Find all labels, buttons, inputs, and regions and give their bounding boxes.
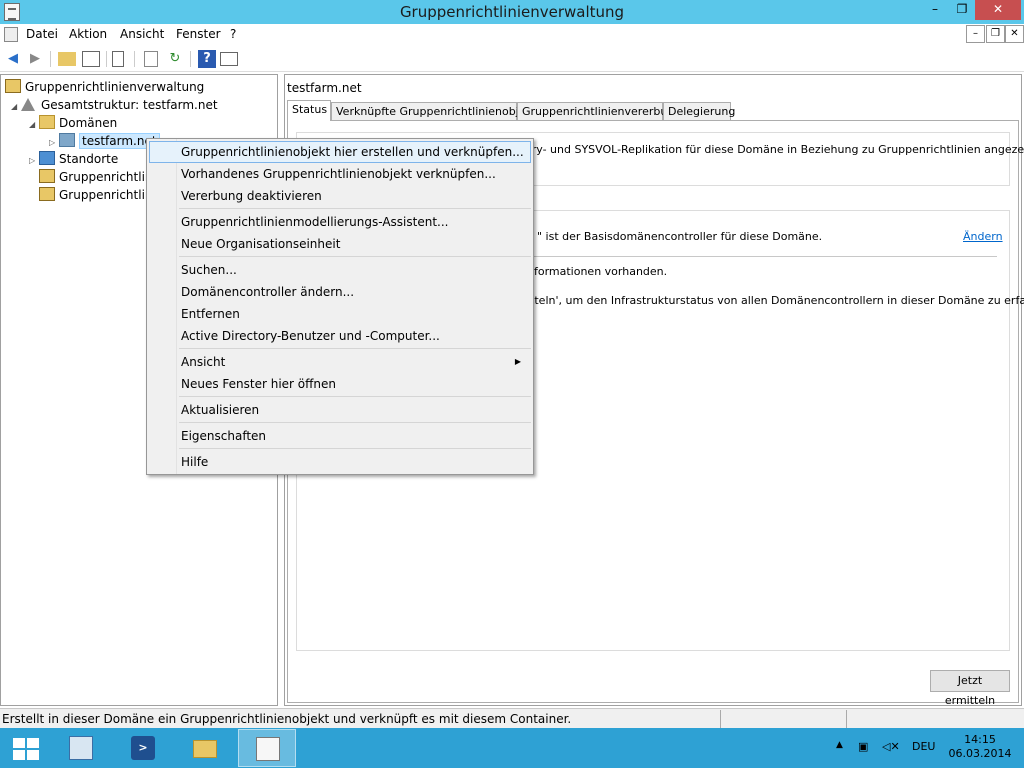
menu-item-search[interactable]: Suchen... (149, 259, 531, 281)
back-arrow-icon[interactable]: ◀ (4, 50, 22, 68)
baseline-dc-text: " ist der Basisdomänencontroller für die… (537, 230, 823, 243)
show-hidden-icons-icon[interactable]: ▲ (836, 740, 843, 750)
tree-item-sites[interactable]: ▷ Standorte (29, 150, 118, 168)
speaker-muted-icon[interactable]: ◁✕ (882, 740, 900, 753)
group-policy-management-icon (256, 737, 280, 761)
tab-delegation[interactable]: Delegierung (663, 102, 735, 120)
tree-item-root[interactable]: Gruppenrichtlinienverwaltung (5, 78, 204, 96)
menu-item-aduc[interactable]: Active Directory-Benutzer und -Computer.… (149, 325, 531, 347)
up-folder-icon[interactable] (58, 52, 76, 66)
expand-icon[interactable]: ▷ (29, 152, 39, 170)
menu-item-refresh[interactable]: Aktualisieren (149, 399, 531, 421)
no-info-text: nformationen vorhanden. (527, 265, 668, 278)
gp-modeling-icon (39, 169, 55, 183)
taskbar: > ▲ ▣ ◁✕ DEU 14:15 06.03.2014 (0, 728, 1024, 768)
clock-date: 06.03.2014 (948, 747, 1012, 760)
mdi-close-button[interactable]: ✕ (1005, 25, 1024, 43)
tree-item-gp-modeling[interactable]: Gruppenrichtlin (39, 168, 153, 186)
menu-item-block-inheritance[interactable]: Vererbung deaktivieren (149, 185, 531, 207)
taskbar-server-manager[interactable] (52, 729, 110, 767)
taskbar-gpmc[interactable] (238, 729, 296, 767)
export-list-icon[interactable] (144, 51, 158, 67)
menu-ansicht[interactable]: Ansicht (120, 27, 164, 41)
menu-item-create-link-gpo[interactable]: Gruppenrichtlinienobjekt hier erstellen … (149, 141, 531, 163)
properties-icon[interactable] (112, 51, 124, 67)
sites-icon (39, 151, 55, 165)
clock[interactable]: 14:15 06.03.2014 (940, 733, 1020, 761)
status-text: Erstellt in dieser Domäne ein Gruppenric… (2, 712, 572, 726)
forest-icon (21, 98, 35, 111)
status-bar: Erstellt in dieser Domäne ein Gruppenric… (0, 708, 1024, 728)
forward-arrow-icon[interactable]: ▶ (26, 50, 44, 68)
menu-item-view[interactable]: Ansicht ▶ (149, 351, 531, 373)
show-action-pane-icon[interactable] (220, 52, 238, 66)
start-button[interactable] (0, 729, 58, 767)
tab-gp-inheritance[interactable]: Gruppenrichtlinienvererbung (517, 102, 681, 120)
file-explorer-icon (193, 740, 217, 758)
collapse-icon[interactable]: ◢ (11, 98, 21, 116)
taskbar-powershell[interactable]: > (114, 729, 172, 767)
tab-linked-gpos[interactable]: Verknüpfte Gruppenrichtlinienobjekte (331, 102, 543, 120)
menu-datei[interactable]: Datei (26, 27, 58, 41)
menu-item-new-window[interactable]: Neues Fenster hier öffnen (149, 373, 531, 395)
menu-fenster[interactable]: Fenster (176, 27, 221, 41)
minimize-button[interactable]: – (922, 0, 948, 20)
detect-instructions-text: itteln', um den Infrastrukturstatus von … (527, 294, 1024, 307)
tab-status[interactable]: Status (287, 100, 331, 121)
maximize-button[interactable]: ❐ (949, 0, 975, 20)
detect-now-button[interactable]: Jetzt ermitteln (930, 670, 1010, 707)
tree-item-domain-testfarm[interactable]: ▷ testfarm.net (49, 132, 160, 150)
menu-item-view-label: Ansicht (181, 355, 226, 369)
close-button[interactable]: ✕ (975, 0, 1021, 20)
domains-folder-icon (39, 115, 55, 129)
menu-item-change-dc[interactable]: Domänencontroller ändern... (149, 281, 531, 303)
refresh-icon[interactable]: ↻ (166, 50, 184, 68)
gpmc-icon (5, 79, 21, 93)
menu-aktion[interactable]: Aktion (69, 27, 107, 41)
title-bar: Gruppenrichtlinienverwaltung – ❐ ✕ (0, 0, 1024, 24)
powershell-icon: > (131, 736, 155, 760)
windows-logo-icon (13, 738, 39, 760)
language-indicator[interactable]: DEU (912, 740, 935, 753)
submenu-arrow-icon: ▶ (514, 357, 521, 366)
menu-item-properties[interactable]: Eigenschaften (149, 425, 531, 447)
taskbar-file-explorer[interactable] (176, 729, 234, 767)
tree-item-gp-results[interactable]: Gruppenrichtlin (39, 186, 153, 204)
replication-info-text: ory- und SYSVOL-Replikation für diese Do… (525, 143, 1024, 156)
mdi-restore-button[interactable]: ❐ (986, 25, 1005, 43)
menu-bar: Datei Aktion Ansicht Fenster ? (0, 24, 1024, 46)
details-header: testfarm.net (287, 81, 362, 95)
window-title: Gruppenrichtlinienverwaltung (399, 3, 625, 21)
collapse-icon[interactable]: ◢ (29, 116, 39, 134)
mdi-system-menu-icon[interactable] (4, 27, 18, 42)
server-manager-icon (69, 736, 93, 760)
menu-item-new-ou[interactable]: Neue Organisationseinheit (149, 233, 531, 255)
show-hide-console-tree-icon[interactable] (82, 51, 100, 67)
menu-item-remove[interactable]: Entfernen (149, 303, 531, 325)
mdi-minimize-button[interactable]: – (966, 25, 985, 43)
context-menu: Gruppenrichtlinienobjekt hier erstellen … (146, 138, 534, 475)
gp-results-icon (39, 187, 55, 201)
toolbar: ◀ ▶ ↻ ? (0, 46, 1024, 72)
menu-item-modeling-wizard[interactable]: Gruppenrichtlinienmodellierungs-Assisten… (149, 211, 531, 233)
tree-item-forest[interactable]: ◢ Gesamtstruktur: testfarm.net (11, 96, 218, 114)
domain-icon (59, 133, 75, 147)
menu-item-help[interactable]: Hilfe (149, 451, 531, 473)
clock-time: 14:15 (964, 733, 996, 746)
tree-item-domains[interactable]: ◢ Domänen (29, 114, 117, 132)
change-link[interactable]: Ändern (963, 230, 1003, 243)
menu-item-link-existing-gpo[interactable]: Vorhandenes Gruppenrichtlinienobjekt ver… (149, 163, 531, 185)
network-icon[interactable]: ▣ (858, 740, 868, 753)
menu-help[interactable]: ? (230, 27, 236, 41)
help-icon[interactable]: ? (198, 50, 216, 68)
